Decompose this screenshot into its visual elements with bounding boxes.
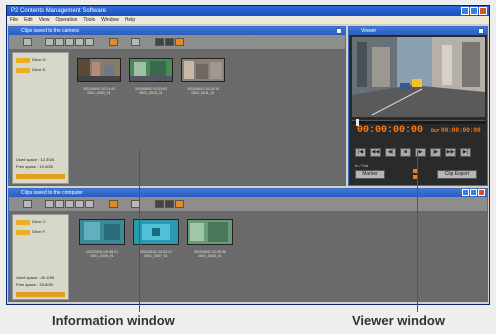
- menu-window[interactable]: Window: [101, 16, 119, 24]
- information-window-bottom: Clips saved to the computer Drive C: Dri…: [8, 188, 488, 302]
- clip-thumbnail-3: [181, 58, 225, 82]
- drive-icon: [16, 219, 30, 225]
- toolbar-property-icon[interactable]: [175, 38, 184, 46]
- clip-thumbnail-4: [79, 219, 125, 245]
- drive-item[interactable]: Drive E:: [16, 67, 65, 73]
- clip-thumbnail-1: [77, 58, 121, 82]
- toolbar-home-icon[interactable]: [23, 38, 32, 46]
- viewer-seek-bar[interactable]: [352, 119, 485, 126]
- drive-icon: [16, 229, 30, 235]
- viewer-window: Viewer 00:00:00:00 Dur 00:00:00:00 |◀ ◀◀…: [348, 26, 488, 186]
- menu-tools[interactable]: Tools: [83, 16, 95, 24]
- used-space: Used space : 45.1GB: [16, 275, 55, 280]
- menu-operation[interactable]: Operation: [55, 16, 77, 24]
- toolbar-thumbnail-view-icon[interactable]: [155, 200, 164, 208]
- step-forward-button[interactable]: |▶: [430, 148, 441, 157]
- app-title: P2 Contents Management Software: [11, 8, 107, 14]
- timecode-main: 00:00:00:00: [357, 125, 424, 136]
- toolbar-delete-icon[interactable]: [75, 200, 84, 208]
- top-panel-close-icon[interactable]: [336, 28, 342, 34]
- step-back-button[interactable]: ◀|: [385, 148, 396, 157]
- toolbar-home-icon[interactable]: [23, 200, 32, 208]
- bottom-minimize-button[interactable]: [462, 189, 469, 196]
- drive-icon: [16, 67, 30, 73]
- go-to-end-button[interactable]: ▶|: [460, 148, 471, 157]
- used-space: Used space : 12.3GB: [16, 157, 55, 162]
- free-space: Free space : 33.8GB: [16, 282, 53, 287]
- information-window-top: Clips saved to the camera Drive D: Drive…: [8, 26, 346, 186]
- go-to-start-button[interactable]: |◀: [355, 148, 366, 157]
- top-panel-title: Clips saved to the camera: [9, 27, 345, 35]
- viewer-window-label: Viewer window: [352, 313, 445, 328]
- toolbar-copy-icon[interactable]: [45, 200, 54, 208]
- toolbar-info-icon[interactable]: [85, 38, 94, 46]
- bottom-drive-tree: Drive C: Drive F: Used space : 45.1GB Fr…: [12, 214, 69, 300]
- clip-thumbnail-item[interactable]: 2010/09/10 10:23:02 0001_0010_01: [129, 58, 173, 95]
- bottom-close-button[interactable]: [478, 189, 485, 196]
- bottom-panel-title: Clips saved to the computer: [9, 189, 487, 197]
- viewer-window-leader-line: [417, 150, 418, 312]
- menu-edit[interactable]: Edit: [24, 16, 33, 24]
- menu-bar: File Edit View Operation Tools Window He…: [7, 16, 489, 24]
- free-space: Free space : 19.4GB: [16, 164, 53, 169]
- bottom-maximize-button[interactable]: [470, 189, 477, 196]
- marker-label: In / Out: [355, 163, 369, 168]
- bottom-panel-toolbar: [9, 197, 487, 211]
- information-window-leader-line: [139, 150, 140, 312]
- viewer-video-frame: [352, 37, 485, 117]
- toolbar-paste-icon[interactable]: [55, 38, 64, 46]
- duration-label: Dur: [431, 128, 441, 134]
- drive-item[interactable]: Drive F:: [16, 229, 65, 235]
- toolbar-delete-icon[interactable]: [75, 38, 84, 46]
- toolbar-search-icon[interactable]: [131, 38, 140, 46]
- clip-thumbnail-item[interactable]: 2010/09/10 10:21:43 0001_0009_01: [77, 58, 121, 95]
- viewer-close-icon[interactable]: [478, 28, 484, 34]
- clip-thumbnail-2: [129, 58, 173, 82]
- minimize-button[interactable]: [461, 7, 469, 15]
- toolbar-copy-icon[interactable]: [45, 38, 54, 46]
- drive-icon: [16, 57, 30, 63]
- close-button[interactable]: [479, 7, 487, 15]
- fast-forward-button[interactable]: ▶▶: [445, 148, 456, 157]
- app-title-bar: P2 Contents Management Software: [7, 6, 489, 16]
- toolbar-marker-icon[interactable]: [109, 200, 118, 208]
- toolbar-paste-icon[interactable]: [55, 200, 64, 208]
- drive-item[interactable]: Drive C:: [16, 219, 65, 225]
- clip-thumbnail-item[interactable]: 2010/09/10 10:24:15 0001_0011_01: [181, 58, 225, 95]
- space-usage-bar: [16, 292, 65, 297]
- window-controls: [461, 7, 487, 15]
- toolbar-move-icon[interactable]: [65, 38, 74, 46]
- viewer-title: Viewer: [349, 27, 487, 35]
- space-usage-bar: [16, 174, 65, 179]
- maximize-button[interactable]: [470, 7, 478, 15]
- toolbar-list-view-icon[interactable]: [165, 200, 174, 208]
- stop-button[interactable]: ■: [400, 148, 411, 157]
- clip-thumbnail-item[interactable]: 2010/09/10 09:58:21 0001_0006_01: [79, 219, 125, 258]
- information-window-label: Information window: [52, 313, 175, 328]
- clip-thumbnail-item[interactable]: 2010/09/10 10:05:36 0001_0008_01: [187, 219, 233, 258]
- timecode-duration: 00:00:00:00: [441, 127, 481, 134]
- drive-item[interactable]: Drive D:: [16, 57, 65, 63]
- rewind-button[interactable]: ◀◀: [370, 148, 381, 157]
- menu-file[interactable]: File: [10, 16, 18, 24]
- toolbar-list-view-icon[interactable]: [165, 38, 174, 46]
- bottom-panel-controls: [462, 189, 485, 197]
- toolbar-move-icon[interactable]: [65, 200, 74, 208]
- marker-button[interactable]: Marker: [355, 170, 385, 179]
- toolbar-thumbnail-view-icon[interactable]: [155, 38, 164, 46]
- menu-view[interactable]: View: [39, 16, 50, 24]
- clip-thumbnail-6: [187, 219, 233, 245]
- top-panel-toolbar: [9, 35, 345, 49]
- toolbar-info-icon[interactable]: [85, 200, 94, 208]
- top-drive-tree: Drive D: Drive E: Used space : 12.3GB Fr…: [12, 52, 69, 184]
- toolbar-marker-icon[interactable]: [109, 38, 118, 46]
- clip-export-button[interactable]: Clip Export: [437, 170, 477, 179]
- toolbar-property-icon[interactable]: [175, 200, 184, 208]
- menu-help[interactable]: Help: [125, 16, 135, 24]
